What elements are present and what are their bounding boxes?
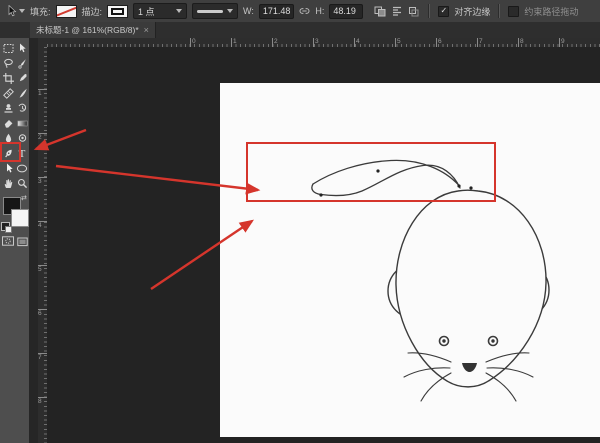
align-edges-label: 对齐边缘 (454, 6, 491, 17)
document-tab-strip: 未标题-1 @ 161%(RGB/8)* × (0, 22, 600, 39)
chevron-down-icon (19, 9, 25, 13)
shape-width-field[interactable]: 171.48 (258, 3, 295, 19)
blur-icon[interactable] (1, 131, 15, 146)
crop-icon[interactable] (1, 71, 15, 86)
dodge-icon[interactable] (15, 131, 29, 146)
photoshop-window: 填充: 描边: 1 点 W: 171.48 H: 48.19 ✓ 对齐边缘 约束… (0, 0, 600, 443)
shape-height-value: 48.19 (333, 6, 356, 16)
path-alignment-icon[interactable] (391, 6, 403, 17)
stroke-style-dropdown[interactable] (192, 3, 239, 19)
move-icon[interactable] (15, 41, 29, 56)
type-icon[interactable]: T (15, 146, 29, 161)
divider (428, 4, 431, 18)
default-colors-icon[interactable] (1, 222, 12, 233)
fill-swatch[interactable] (55, 4, 77, 18)
stroke-swatch[interactable] (107, 4, 129, 18)
align-edges-checkbox[interactable]: ✓ (438, 5, 450, 17)
tools-panel: T ⇄ (0, 38, 30, 443)
document-tab[interactable]: 未标题-1 @ 161%(RGB/8)* × (30, 22, 156, 38)
chevron-down-icon (176, 9, 183, 13)
document-tab-title: 未标题-1 @ 161%(RGB/8)* (36, 25, 139, 35)
ruler-tick-label: 8 (38, 397, 47, 405)
zoom-icon[interactable] (15, 176, 29, 191)
quick-selection-icon[interactable] (15, 56, 29, 71)
constrain-path-label: 约束路径拖动 (524, 6, 579, 17)
path-arrangement-icon[interactable] (408, 6, 420, 17)
lasso-icon[interactable] (1, 56, 15, 71)
stroke-width-value: 1 点 (138, 6, 155, 17)
ruler-tick-label: 4 (354, 38, 360, 47)
ruler-tick-label: 5 (395, 38, 401, 47)
stroke-label: 描边: (81, 6, 103, 17)
ruler-tick-label: 8 (518, 38, 524, 47)
constrain-path-checkbox[interactable] (508, 5, 520, 17)
ellipse-shape-icon[interactable] (15, 161, 29, 176)
swap-colors-icon[interactable]: ⇄ (21, 194, 27, 202)
path-selection-cursor-icon (8, 5, 17, 17)
pen-icon[interactable] (1, 146, 15, 161)
ruler-tick-label: 7 (477, 38, 483, 47)
close-tab-icon[interactable]: × (144, 25, 149, 35)
link-dimensions-icon[interactable] (299, 7, 310, 15)
ruler-tick-label: 9 (559, 38, 565, 47)
history-brush-icon[interactable] (15, 101, 29, 116)
eyedropper-icon[interactable] (15, 71, 29, 86)
healing-brush-icon[interactable] (1, 86, 15, 101)
shape-width-value: 171.48 (262, 6, 291, 16)
height-label: H: (315, 6, 325, 16)
ruler-tick-label: 6 (38, 309, 47, 317)
hand-icon[interactable] (1, 176, 15, 191)
ruler-tick-label: 2 (38, 133, 47, 141)
ruler-tick-label: 2 (272, 38, 278, 47)
divider (498, 4, 501, 18)
path-selection-icon[interactable] (1, 161, 15, 176)
width-label: W: (243, 6, 254, 16)
path-operations-icon[interactable] (374, 6, 386, 17)
options-bar: 填充: 描边: 1 点 W: 171.48 H: 48.19 ✓ 对齐边缘 约束… (0, 0, 600, 23)
ruler-tick-label: 4 (38, 221, 47, 229)
screen-mode-icon[interactable] (17, 237, 28, 247)
ruler-tick-label: 1 (231, 38, 237, 47)
panel-gap (29, 38, 38, 443)
shape-height-field[interactable]: 48.19 (329, 3, 364, 19)
brush-icon[interactable] (15, 86, 29, 101)
ruler-tick-label: 3 (38, 177, 47, 185)
rectangular-marquee-icon[interactable] (1, 41, 15, 56)
gradient-icon[interactable] (15, 116, 29, 131)
stroke-style-preview (197, 9, 224, 13)
type-tool-letter: T (18, 147, 26, 160)
ruler-tick-label: 3 (313, 38, 319, 47)
ruler-tick-label: 6 (436, 38, 442, 47)
document-canvas[interactable] (220, 83, 600, 437)
clone-stamp-icon[interactable] (1, 101, 15, 116)
ruler-tick-label: 1 (38, 89, 47, 97)
background-color-swatch[interactable] (11, 209, 29, 227)
eraser-icon[interactable] (1, 116, 15, 131)
ruler-tick-label: 0 (190, 38, 196, 47)
current-tool-preset[interactable] (7, 5, 25, 17)
quick-mask-icon[interactable] (2, 236, 14, 246)
stroke-width-dropdown[interactable]: 1 点 (133, 3, 188, 19)
chevron-down-icon (227, 9, 234, 13)
ruler-tick-label: 7 (38, 353, 47, 361)
ruler-tick-label: 5 (38, 265, 47, 273)
checkmark-icon: ✓ (440, 6, 448, 15)
fill-label: 填充: (30, 6, 51, 17)
